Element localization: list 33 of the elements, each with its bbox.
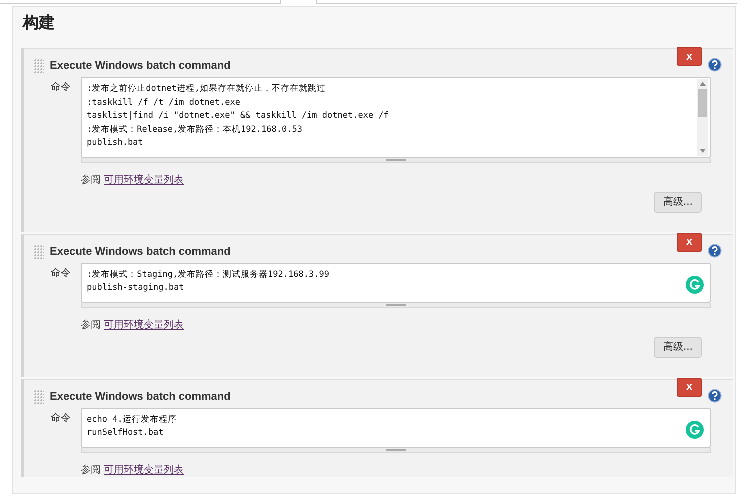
- field-label: 命令: [50, 412, 72, 424]
- resize-handle[interactable]: [81, 448, 711, 452]
- command-field[interactable]: echo 4.运行发布程序 runSelfHost.bat: [81, 408, 711, 448]
- drag-handle-icon[interactable]: [34, 244, 44, 258]
- step-title: Execute Windows batch command: [50, 246, 231, 258]
- drag-handle-icon[interactable]: [34, 390, 44, 404]
- resize-handle[interactable]: [81, 302, 711, 308]
- command-field[interactable]: :发布之前停止dotnet进程,如果存在就停止，不存在就跳过 :taskkill /f /t /im dotnet.exe tasklist|find /i "dotnet.exe" && taskkill /im dotnet.exe /f :发布模式：Release,发布路径：本机192.168.0.53 publish.bat: [81, 77, 711, 158]
- step-title: Execute Windows batch command: [50, 390, 231, 402]
- step-title: Execute Windows batch command: [50, 60, 231, 72]
- drag-handle-icon[interactable]: [34, 59, 44, 73]
- resize-handle[interactable]: [81, 158, 711, 162]
- env-vars-link[interactable]: 可用环境变量列表: [104, 318, 184, 332]
- scrollbar[interactable]: [697, 79, 708, 156]
- advanced-button[interactable]: 高级...: [654, 192, 702, 212]
- field-label: 命令: [50, 81, 72, 94]
- env-vars-link[interactable]: 可用环境变量列表: [104, 172, 184, 186]
- section-title: 构建: [23, 13, 56, 34]
- command-field[interactable]: :发布模式：Staging,发布路径：测试服务器192.168.3.99 publish-staging.bat: [81, 262, 711, 302]
- see-also-text: 参阅: [81, 174, 101, 186]
- field-label: 命令: [50, 266, 72, 280]
- delete-button[interactable]: x: [677, 47, 702, 66]
- advanced-button[interactable]: 高级...: [654, 336, 702, 358]
- delete-button[interactable]: x: [677, 378, 702, 396]
- see-also-text: 参阅: [81, 464, 101, 476]
- help-icon[interactable]: [708, 58, 722, 72]
- assistant-icon[interactable]: [686, 276, 704, 294]
- help-icon[interactable]: [708, 244, 722, 258]
- see-also-text: 参阅: [81, 318, 101, 332]
- delete-button[interactable]: x: [677, 232, 702, 252]
- help-icon[interactable]: [708, 388, 722, 402]
- env-vars-link[interactable]: 可用环境变量列表: [104, 462, 184, 476]
- assistant-icon[interactable]: [686, 420, 704, 438]
